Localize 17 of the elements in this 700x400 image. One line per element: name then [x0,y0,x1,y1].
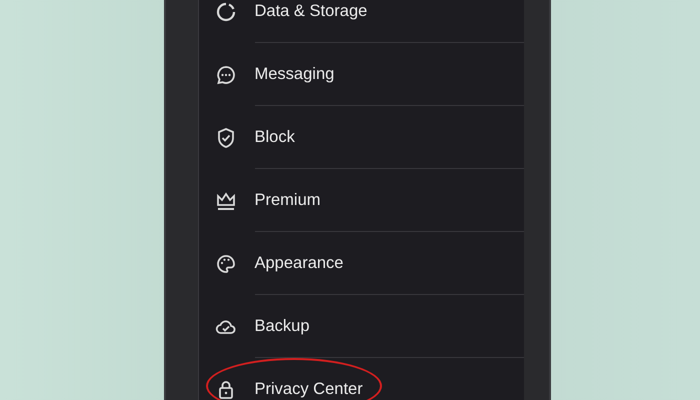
chat-bubble-icon [214,64,236,86]
item-label: Privacy Center [254,380,363,399]
item-label: Block [254,128,295,147]
item-label: Data & Storage [254,2,368,21]
settings-item[interactable]: Appearance [198,232,524,295]
item-label: Messaging [254,65,334,84]
item-label: Premium [254,191,321,210]
settings-item[interactable]: Messaging [198,43,524,106]
settings-item[interactable]: Block [198,106,524,169]
circle-arc-icon [214,0,236,22]
settings-item[interactable]: Backup [198,295,524,358]
settings-item[interactable]: Privacy Center [198,358,524,400]
palette-icon [214,252,236,274]
item-label: Appearance [254,254,344,273]
settings-item[interactable]: Data & Storage [198,0,524,43]
settings-item[interactable]: Premium [198,169,524,232]
item-label: Backup [254,317,310,336]
